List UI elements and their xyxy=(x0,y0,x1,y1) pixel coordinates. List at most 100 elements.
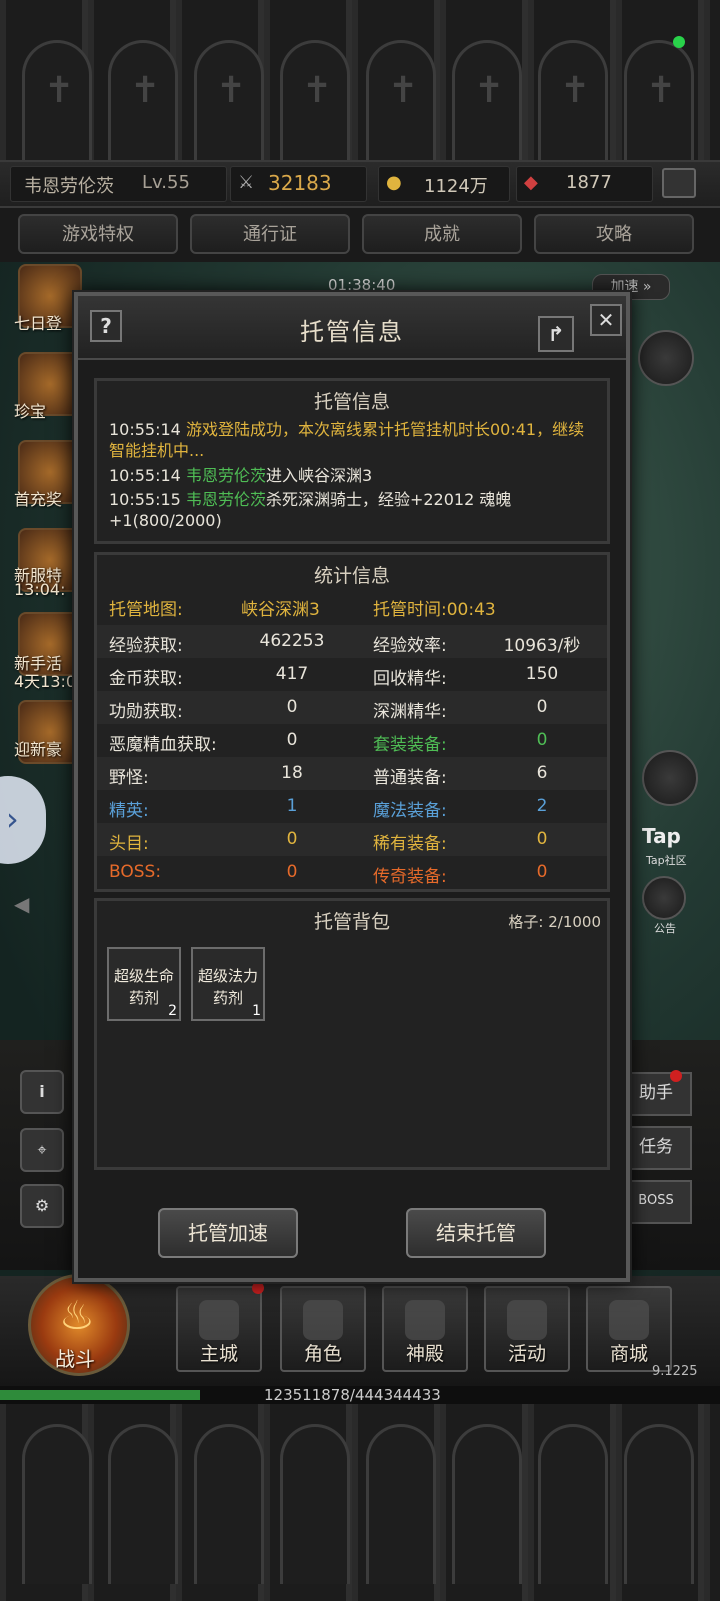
stat-label: 头目: xyxy=(109,834,149,854)
stat-value: 0 xyxy=(536,829,548,849)
chat-toggle-button[interactable] xyxy=(662,168,696,198)
flame-icon: ♨ xyxy=(59,1293,95,1339)
player-info-bar: 韦恩劳伦茨 Lv.55 ⚔ 32183 ● 1124万 ◆ 1877 xyxy=(0,160,720,208)
gold-amount: 1124万 xyxy=(424,176,488,197)
new-server-countdown: 13:04: xyxy=(14,580,66,599)
hosting-speedup-button[interactable]: 托管加速 xyxy=(158,1208,298,1258)
exp-text: 123511878/444344433 xyxy=(264,1386,441,1404)
hosting-bag-panel: 托管背包 格子: 2/1000 超级生命药剂 2 超级法力药剂 1 xyxy=(94,898,610,1170)
stat-label: 功勋获取: xyxy=(109,702,183,722)
close-button[interactable]: ✕ xyxy=(590,304,622,336)
tap-community-label: Tap社区 xyxy=(646,854,687,867)
stats-row: 恶魔精血获取: 0 套装装备: 0 xyxy=(97,724,607,757)
treasure-label: 珍宝 xyxy=(14,402,47,421)
stats-row: 野怪: 18 普通装备: 6 xyxy=(97,757,607,790)
helmet-icon xyxy=(303,1300,343,1340)
stat-value: 417 xyxy=(275,664,309,684)
stat-value: 0 xyxy=(286,862,298,882)
player-level: Lv.55 xyxy=(142,172,190,193)
announcement-label: 公告 xyxy=(654,922,676,935)
guild-emblem-icon[interactable] xyxy=(638,330,694,386)
stats-row: 头目: 0 稀有装备: 0 xyxy=(97,823,607,856)
stat-label: 深渊精华: xyxy=(373,702,447,722)
stat-value: 0 xyxy=(286,730,298,750)
log-panel-title: 托管信息 xyxy=(313,391,390,413)
guide-button[interactable]: 攻略 xyxy=(534,214,694,254)
tap-community-icon[interactable]: Tap xyxy=(642,824,681,848)
announcement-icon[interactable] xyxy=(642,876,686,920)
stat-value: 0 xyxy=(536,730,548,750)
stats-panel: 统计信息 托管地图: 峡谷深渊3 托管时间:00:43 经验获取: 462253 经… xyxy=(94,552,610,892)
triangle-left-icon[interactable]: ◀ xyxy=(14,892,29,916)
nav-character-button[interactable]: 角色 xyxy=(280,1286,366,1372)
stat-label: 金币获取: xyxy=(109,669,183,689)
seven-day-login-label: 七日登 xyxy=(14,314,63,333)
stat-label: 精英: xyxy=(109,801,149,821)
hosting-log-panel: 托管信息 10:55:14 游戏登陆成功，本次离线累计托管挂机时长00:41，继… xyxy=(94,378,610,544)
stat-label: 回收精华: xyxy=(373,669,447,689)
gem-icon[interactable]: ◆ xyxy=(524,172,538,193)
game-privilege-button[interactable]: 游戏特权 xyxy=(18,214,178,254)
stat-value: 0 xyxy=(536,697,548,717)
settings-gear-icon[interactable]: ⚙ xyxy=(20,1184,64,1228)
banner-icon xyxy=(507,1300,547,1340)
stat-value: 0 xyxy=(536,862,548,882)
stat-label: BOSS: xyxy=(109,862,162,882)
diamond-icon xyxy=(609,1300,649,1340)
nav-activity-button[interactable]: 活动 xyxy=(484,1286,570,1372)
log-entry: 10:55:15 韦恩劳伦茨杀死深渊骑士，经验+22012 魂魄+1(800/2… xyxy=(109,490,512,530)
log-entry: 10:55:14 韦恩劳伦茨进入峡谷深渊3 xyxy=(109,466,373,485)
exp-bar-fill xyxy=(0,1390,201,1400)
nav-shop-button[interactable]: 商城 xyxy=(586,1286,672,1372)
stat-value: 0 xyxy=(286,697,298,717)
boss-tab[interactable]: BOSS xyxy=(620,1180,692,1224)
stat-label: 野怪: xyxy=(109,768,149,788)
stats-map-row: 托管地图: 峡谷深渊3 托管时间:00:43 xyxy=(97,589,607,622)
gem-amount: 1877 xyxy=(566,172,612,193)
location-pin-icon[interactable]: ⌖ xyxy=(20,1128,64,1172)
stats-row: 精英: 1 魔法装备: 2 xyxy=(97,790,607,823)
stat-value: 18 xyxy=(281,763,303,783)
first-recharge-label: 首充奖 xyxy=(14,490,63,509)
status-dot xyxy=(673,36,685,48)
gothic-header-background: ✝ ✝ ✝ ✝ ✝ ✝ ✝ ✝ xyxy=(0,0,720,160)
newbie-event-countdown: 4天13:0 xyxy=(14,672,77,691)
stats-row: 功勋获取: 0 深渊精华: 0 xyxy=(97,691,607,724)
stat-label: 恶魔精血获取: xyxy=(109,735,217,755)
stat-label: 经验获取: xyxy=(109,636,183,656)
stat-value: 1 xyxy=(286,796,298,816)
stats-row: 金币获取: 417 回收精华: 150 xyxy=(97,658,607,691)
nav-red-dot xyxy=(252,1282,264,1294)
stat-value: 2 xyxy=(536,796,548,816)
nav-main-city-button[interactable]: 主城 xyxy=(176,1286,262,1372)
info-button[interactable]: i xyxy=(20,1070,64,1114)
version-label: 9.1225 xyxy=(652,1364,698,1379)
battle-pass-button[interactable]: 通行证 xyxy=(190,214,350,254)
welcome-gift-label: 迎新豪 xyxy=(14,740,63,759)
gold-coin-icon[interactable]: ● xyxy=(386,172,402,193)
map-label: 托管地图: xyxy=(109,600,183,620)
notification-dot xyxy=(670,1070,682,1082)
map-value: 峡谷深渊3 xyxy=(241,600,320,620)
temple-icon xyxy=(405,1300,445,1340)
stat-label: 稀有装备: xyxy=(373,834,447,854)
stat-label: 传奇装备: xyxy=(373,867,447,887)
bag-item-mp-potion[interactable]: 超级法力药剂 1 xyxy=(191,947,265,1021)
bag-slots-count: 格子: 2/1000 xyxy=(508,913,601,931)
quest-tab[interactable]: 任务 xyxy=(620,1126,692,1170)
stat-value: 0 xyxy=(286,829,298,849)
stat-value: 462253 xyxy=(259,631,325,651)
bag-item-hp-potion[interactable]: 超级生命药剂 2 xyxy=(107,947,181,1021)
achievement-button[interactable]: 成就 xyxy=(362,214,522,254)
log-entry: 10:55:14 游戏登陆成功，本次离线累计托管挂机时长00:41，继续智能挂机… xyxy=(109,420,585,460)
stat-value: 150 xyxy=(525,664,559,684)
nav-battle-button[interactable]: ♨ 战斗 xyxy=(28,1274,130,1376)
share-arrow-icon[interactable]: ↱ xyxy=(538,316,574,352)
chat-bubble-icon[interactable] xyxy=(642,750,698,806)
chevron-right-icon: › xyxy=(6,800,19,838)
nav-temple-button[interactable]: 神殿 xyxy=(382,1286,468,1372)
dialog-header: ? 托管信息 ↱ ✕ xyxy=(78,296,626,360)
stats-row: 经验获取: 462253 经验效率: 10963/秒 xyxy=(97,625,607,658)
end-hosting-button[interactable]: 结束托管 xyxy=(406,1208,546,1258)
stat-value: 10963/秒 xyxy=(503,636,581,656)
